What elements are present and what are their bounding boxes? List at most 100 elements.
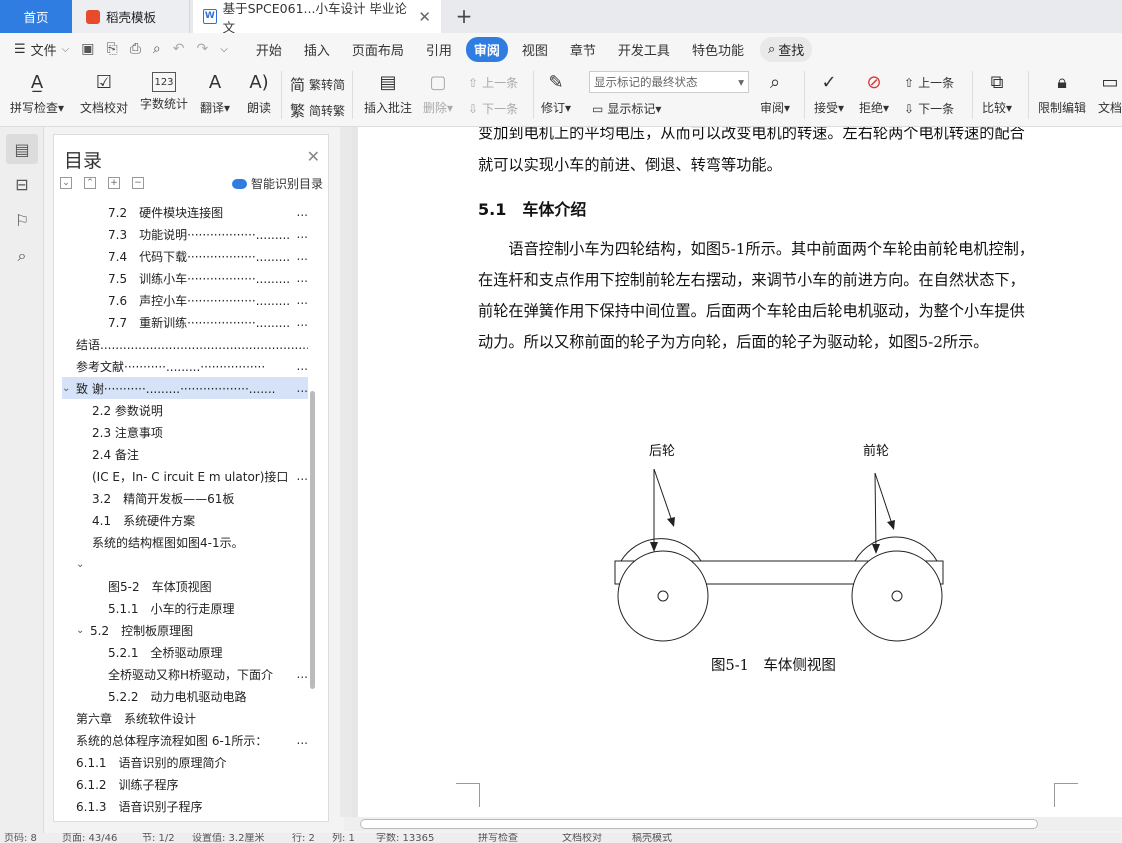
smart-toc-button[interactable]: 智能识别目录 (232, 175, 323, 192)
ribbon-tab-review[interactable]: 审阅 (465, 36, 508, 62)
add-level-icon[interactable]: + (108, 177, 120, 189)
document-page[interactable]: 变加到电机上的平均电压，从而可以改变电机的转速。左右轮两个电机转速的配合 就可以… (358, 127, 1122, 817)
undo-icon[interactable]: ↶ (173, 41, 185, 57)
translate-button[interactable]: A 翻译▾ (200, 68, 230, 116)
toc-item[interactable]: 7.3 功能说明··················............ (62, 223, 308, 245)
toc-item[interactable]: 图5-2 车体顶视图 (62, 575, 308, 597)
toc-item[interactable]: 系统的总体程序流程如图 6-1所示：... (62, 729, 308, 751)
horizontal-scroll-thumb[interactable] (360, 819, 1038, 829)
prev-comment-button[interactable]: ⇧ 上一条 (468, 74, 518, 91)
status-proof[interactable]: 文档校对 (562, 833, 602, 843)
delete-comment-button[interactable]: ▢ 删除▾ (423, 68, 453, 116)
chevron-down-icon[interactable]: ⌄ (76, 625, 90, 636)
close-tab-icon[interactable]: ✕ (418, 8, 431, 26)
toc-item[interactable]: 5.1.1 小车的行走原理 (62, 597, 308, 619)
toc-item[interactable]: 5.2.1 全桥驱动原理 (62, 641, 308, 663)
navigation-icon[interactable]: ⊟ (6, 169, 38, 199)
accept-button[interactable]: ✓ 接受▾ (814, 68, 844, 116)
find-icon[interactable]: ⌕ (6, 241, 38, 271)
compare-button[interactable]: ⧉ 比较▾ (982, 68, 1012, 116)
toc-item[interactable]: 2.4 备注 (62, 443, 308, 465)
toc-item[interactable]: ⌄ 致 谢···········.........················… (62, 377, 308, 399)
toc-item[interactable]: 第六章 系统软件设计 (62, 707, 308, 729)
search-icon: ⌕ (767, 41, 776, 57)
vertical-scrollbar[interactable] (340, 127, 352, 817)
ribbon-tab-layout[interactable]: 页面布局 (344, 37, 412, 62)
redo-icon[interactable]: ↷ (196, 41, 208, 57)
chevron-down-icon[interactable]: ⌄ (62, 383, 76, 394)
bookmark-icon[interactable]: ⚐ (6, 205, 38, 235)
toc-item-label: 5.2 控制板原理图 (90, 623, 194, 638)
toc-item[interactable]: 6.1.1 语音识别的原理简介 (62, 751, 308, 773)
toc-item[interactable]: 7.6 声控小车··················............ (62, 289, 308, 311)
doc-permission-button[interactable]: ▭ 文档 (1096, 68, 1122, 116)
reject-button[interactable]: ⊘ 拒绝▾ (859, 68, 889, 116)
toc-item[interactable]: 全桥驱动又称H桥驱动，下面介... (62, 663, 308, 685)
toc-item[interactable]: 2.3 注意事项 (62, 421, 308, 443)
doc-proof-button[interactable]: ☑ 文档校对 (80, 68, 128, 116)
word-count-button[interactable]: 123 字数统计 (140, 68, 188, 112)
toc-item[interactable]: ⌄ 5.2 控制板原理图 (62, 619, 308, 641)
expand-up-icon[interactable]: ⌃ (84, 177, 96, 189)
toc-item[interactable]: 5.2.2 动力电机驱动电路 (62, 685, 308, 707)
ribbon-tab-developer[interactable]: 开发工具 (610, 37, 678, 62)
status-spell[interactable]: 拼写检查 (478, 833, 518, 843)
chevron-down-icon[interactable]: ⌄ (76, 559, 90, 570)
toc-item[interactable]: 3.2 精简开发板——61板 (62, 487, 308, 509)
search-button[interactable]: ⌕ 查找 (759, 36, 813, 62)
status-mode[interactable]: 稿壳模式 (632, 833, 672, 843)
simplified-to-traditional-button[interactable]: 繁简转繁 (290, 100, 345, 121)
new-tab-button[interactable]: + (452, 3, 476, 29)
print-preview-icon[interactable]: ⌕ (153, 41, 161, 57)
toc-item[interactable]: 2.2 参数说明 (62, 399, 308, 421)
ribbon-tab-chapter[interactable]: 章节 (562, 37, 604, 62)
tab-document[interactable]: W 基于SPCE061...小车设计 毕业论文 ✕ (193, 0, 441, 35)
print-icon[interactable]: ⎙ (130, 41, 141, 57)
more-quick-icon[interactable]: ⌵ (220, 44, 228, 55)
ribbon-tab-references[interactable]: 引用 (418, 37, 460, 62)
status-words[interactable]: 字数: 13365 (376, 833, 434, 843)
toc-item[interactable]: 7.4 代码下载··················............ (62, 245, 308, 267)
status-pages[interactable]: 页面: 43/46 (62, 833, 117, 843)
review-pane-button[interactable]: ⌕ 审阅▾ (760, 68, 790, 116)
menu-bar: ☰ 文件 ⌵ ▣ ⎘ ⎙ ⌕ ↶ ↷ ⌵ 开始 插入 页面布局 引用 审阅 视图 章… (0, 33, 1122, 65)
toc-item[interactable]: (IC E，In- C ircuit E m ulator)接口... (62, 465, 308, 487)
tab-template[interactable]: 稻壳模板 (72, 0, 190, 33)
file-menu[interactable]: ☰ 文件 ⌵ (14, 40, 69, 59)
markup-state-select[interactable]: 显示标记的最终状态 (589, 71, 749, 93)
ribbon-tab-features[interactable]: 特色功能 (684, 37, 752, 62)
toc-item[interactable]: 7.2 硬件模块连接图... (62, 201, 308, 223)
toc-item[interactable]: 6.1.2 训练子程序 (62, 773, 308, 795)
toc-item[interactable]: 4.1 系统硬件方案 (62, 509, 308, 531)
toc-item[interactable]: 7.7 重新训练··················............ (62, 311, 308, 333)
save-icon[interactable]: ▣ (81, 41, 94, 57)
toc-item[interactable]: 系统的结构框图如图4-1示。 (62, 531, 308, 553)
track-changes-button[interactable]: ✎ 修订▾ (541, 68, 571, 116)
insert-comment-button[interactable]: ▤ 插入批注 (364, 68, 412, 116)
toc-item[interactable]: 结语......................................… (62, 333, 308, 355)
ribbon-tab-insert[interactable]: 插入 (296, 37, 338, 62)
remove-level-icon[interactable]: − (132, 177, 144, 189)
restrict-edit-button[interactable]: 🔒︎ 限制编辑 (1038, 68, 1086, 116)
toc-item[interactable]: ⌄ (62, 553, 308, 575)
review-pane-label: 审阅▾ (760, 101, 791, 115)
show-markup-button[interactable]: ▭ 显示标记▾ (592, 100, 661, 117)
export-icon[interactable]: ⎘ (107, 41, 118, 57)
next-comment-button[interactable]: ⇩ 下一条 (468, 100, 518, 117)
toc-panel-icon[interactable]: ▤ (6, 134, 38, 164)
toc-item[interactable]: 参考文献···········.........················… (62, 355, 308, 377)
spell-check-button[interactable]: A̲ 拼写检查▾ (10, 68, 64, 116)
traditional-to-simplified-button[interactable]: 简繁转简 (290, 74, 345, 95)
toc-scrollbar[interactable] (310, 391, 315, 689)
close-icon[interactable]: ✕ (307, 147, 320, 166)
prev-change-button[interactable]: ⇧ 上一条 (904, 74, 954, 91)
toc-item[interactable]: 6.1.3 语音识别子程序 (62, 795, 308, 817)
ribbon-tab-start[interactable]: 开始 (248, 37, 290, 62)
prev-change-icon: ⇧ (904, 75, 915, 90)
next-change-button[interactable]: ⇩ 下一条 (904, 100, 954, 117)
collapse-all-icon[interactable]: ⌄ (60, 177, 72, 189)
toc-item[interactable]: 7.5 训练小车··················............ (62, 267, 308, 289)
read-aloud-button[interactable]: A) 朗读 (245, 68, 273, 116)
tab-home[interactable]: 首页 (0, 0, 72, 33)
ribbon-tab-view[interactable]: 视图 (514, 37, 556, 62)
